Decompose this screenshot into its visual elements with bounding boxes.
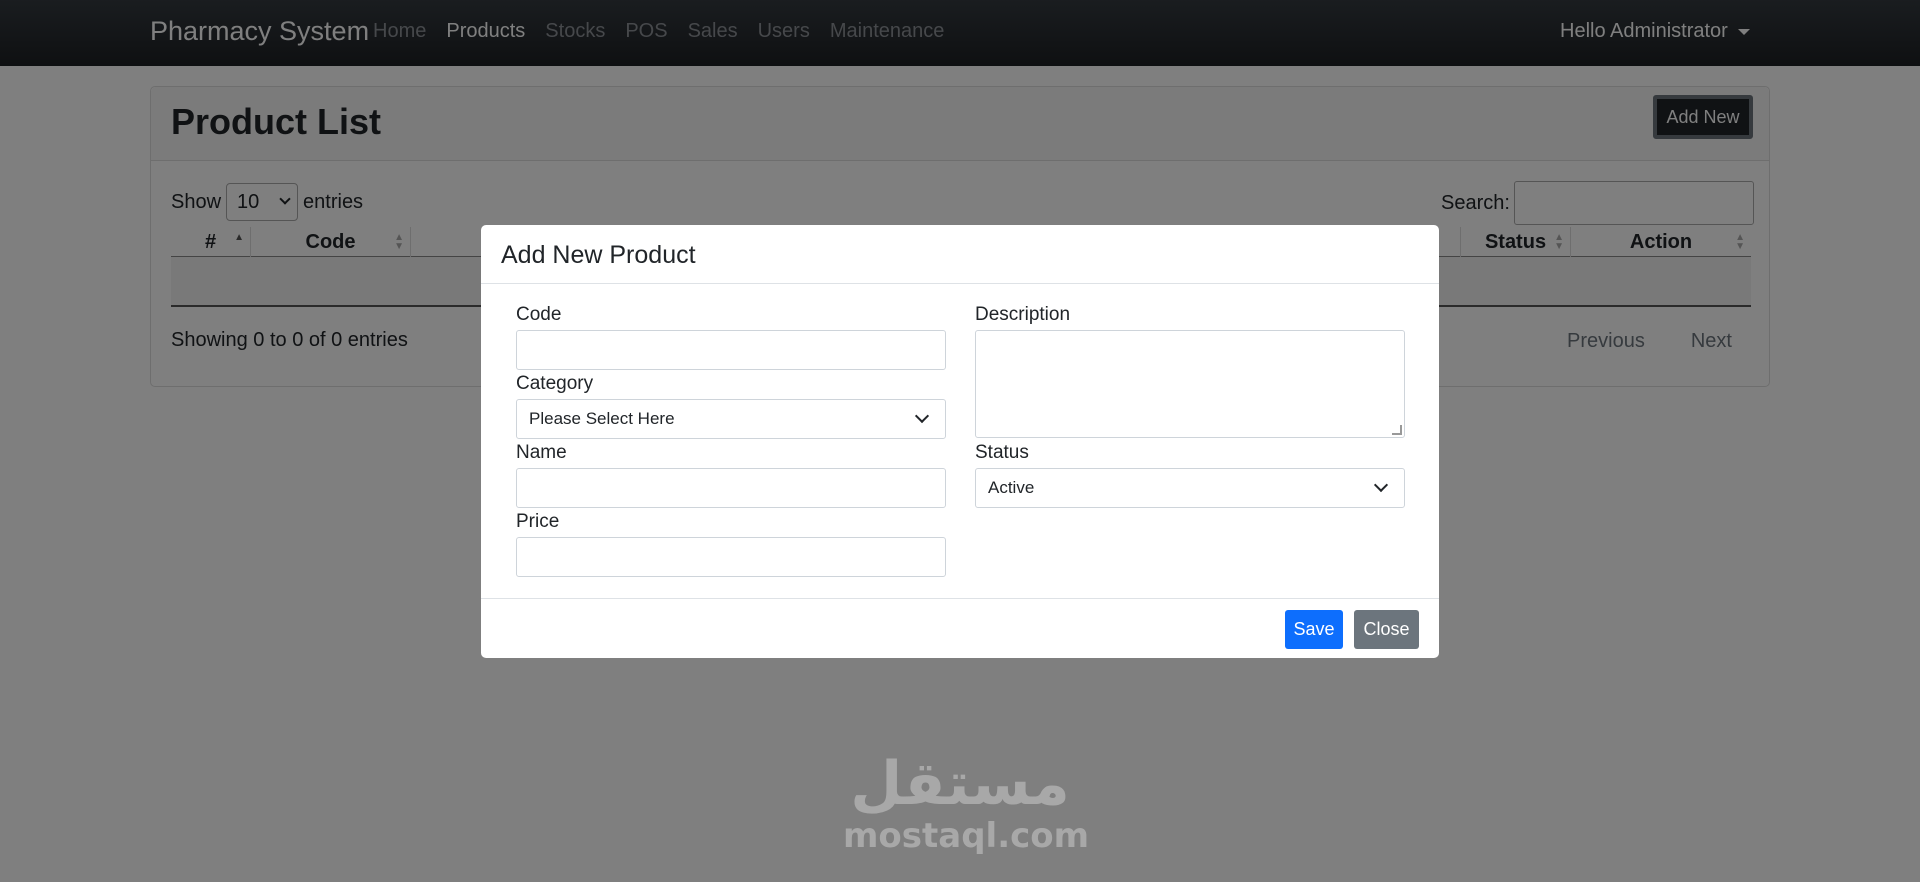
price-field: Price: [516, 511, 946, 577]
chevron-down-icon: [1373, 477, 1389, 493]
close-button[interactable]: Close: [1354, 610, 1419, 649]
price-label: Price: [516, 511, 560, 532]
status-value: Active: [988, 478, 1035, 497]
modal-footer: Save Close: [481, 598, 1439, 658]
price-input[interactable]: [516, 537, 946, 577]
modal-body: Code Category Please Select Here Name Pr…: [516, 304, 1406, 577]
category-label: Category: [516, 373, 594, 394]
description-textarea[interactable]: [975, 330, 1405, 438]
status-field: Status Active: [975, 442, 1405, 508]
code-label: Code: [516, 304, 562, 325]
category-select[interactable]: Please Select Here: [516, 399, 946, 439]
watermark-logo: مستقل: [850, 749, 1070, 819]
chevron-down-icon: [914, 408, 930, 424]
save-button[interactable]: Save: [1285, 610, 1343, 649]
code-field: Code: [516, 304, 946, 370]
add-product-modal: Add New Product Code Category Please Sel…: [481, 225, 1439, 658]
name-label: Name: [516, 442, 567, 463]
code-input[interactable]: [516, 330, 946, 370]
modal-title: Add New Product: [501, 241, 696, 269]
modal-header: Add New Product: [481, 225, 1439, 284]
description-field: Description: [975, 304, 1405, 438]
resize-handle-icon[interactable]: [1392, 425, 1402, 435]
status-label: Status: [975, 442, 1029, 463]
category-value: Please Select Here: [529, 409, 675, 428]
watermark-site: mostaql.com: [843, 816, 1090, 856]
name-field: Name: [516, 442, 946, 508]
watermark: مستقل mostaql.com: [843, 749, 1090, 856]
name-input[interactable]: [516, 468, 946, 508]
category-field: Category Please Select Here: [516, 373, 946, 439]
status-select[interactable]: Active: [975, 468, 1405, 508]
description-label: Description: [975, 304, 1071, 325]
